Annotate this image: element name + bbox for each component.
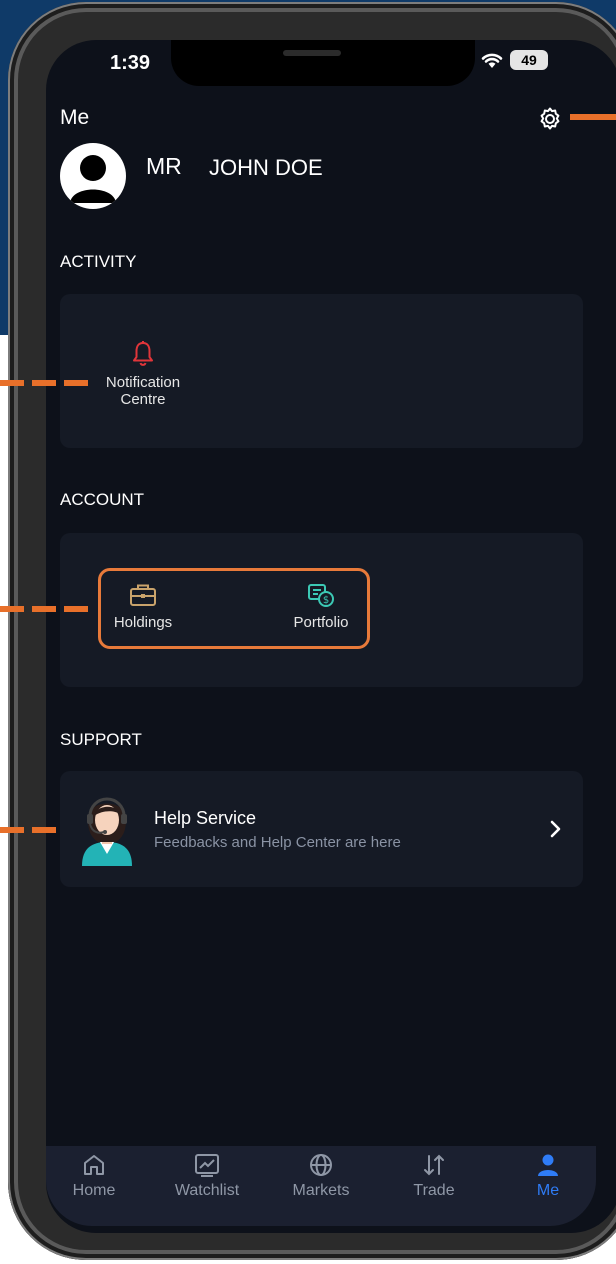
section-label-account: ACCOUNT: [60, 490, 145, 509]
portfolio-icon: $: [278, 582, 364, 608]
speaker-grille: [283, 50, 341, 56]
bell-icon: [96, 340, 190, 368]
help-service-subtitle: Feedbacks and Help Center are here: [154, 834, 401, 851]
briefcase-icon: [100, 582, 186, 608]
section-label-activity: ACTIVITY: [60, 252, 137, 271]
annotation-dash-account: [0, 606, 96, 612]
help-service-title: Help Service: [154, 808, 257, 828]
portfolio-label: Portfolio: [293, 614, 349, 631]
holdings-label: Holdings: [113, 614, 173, 631]
status-time: 1:39: [110, 52, 151, 74]
wifi-icon: [480, 51, 504, 69]
person-icon: [503, 1152, 593, 1178]
home-icon: [49, 1152, 139, 1178]
page-title: Me: [60, 106, 90, 129]
nav-item-me[interactable]: Me: [503, 1152, 593, 1200]
nav-label-me: Me: [536, 1182, 560, 1199]
nav-item-watchlist[interactable]: Watchlist: [162, 1152, 252, 1200]
nav-label-trade: Trade: [413, 1182, 455, 1199]
user-name: JOHN DOE: [209, 155, 323, 180]
svg-text:$: $: [323, 595, 329, 606]
nav-item-markets[interactable]: Markets: [276, 1152, 366, 1200]
trade-arrows-icon: [389, 1152, 479, 1178]
globe-icon: [276, 1152, 366, 1178]
nav-label-watchlist: Watchlist: [174, 1182, 240, 1199]
notification-label-line1: Notification: [105, 374, 181, 391]
gear-icon[interactable]: [537, 106, 563, 132]
annotation-dash-settings: [570, 114, 616, 120]
annotation-dash-notification: [0, 380, 90, 386]
name-prefix: MR: [146, 153, 182, 179]
holdings-tile[interactable]: Holdings: [100, 582, 186, 631]
chevron-right-icon[interactable]: [550, 820, 562, 843]
nav-label-markets: Markets: [292, 1182, 350, 1199]
annotation-dash-support: [0, 827, 64, 833]
avatar[interactable]: [60, 143, 126, 209]
notification-centre-tile[interactable]: Notification Centre: [96, 340, 190, 408]
support-agent-icon: [76, 790, 138, 866]
help-service-card[interactable]: [60, 771, 583, 887]
nav-item-home[interactable]: Home: [49, 1152, 139, 1200]
section-label-support: SUPPORT: [60, 730, 142, 749]
battery-icon: 49: [510, 50, 548, 70]
nav-label-home: Home: [72, 1182, 116, 1199]
portfolio-tile[interactable]: $ Portfolio: [278, 582, 364, 631]
phone-notch: [171, 40, 475, 86]
notification-label-line2: Centre: [120, 391, 166, 408]
watchlist-icon: [162, 1152, 252, 1178]
nav-item-trade[interactable]: Trade: [389, 1152, 479, 1200]
status-icons: 49: [480, 50, 548, 70]
